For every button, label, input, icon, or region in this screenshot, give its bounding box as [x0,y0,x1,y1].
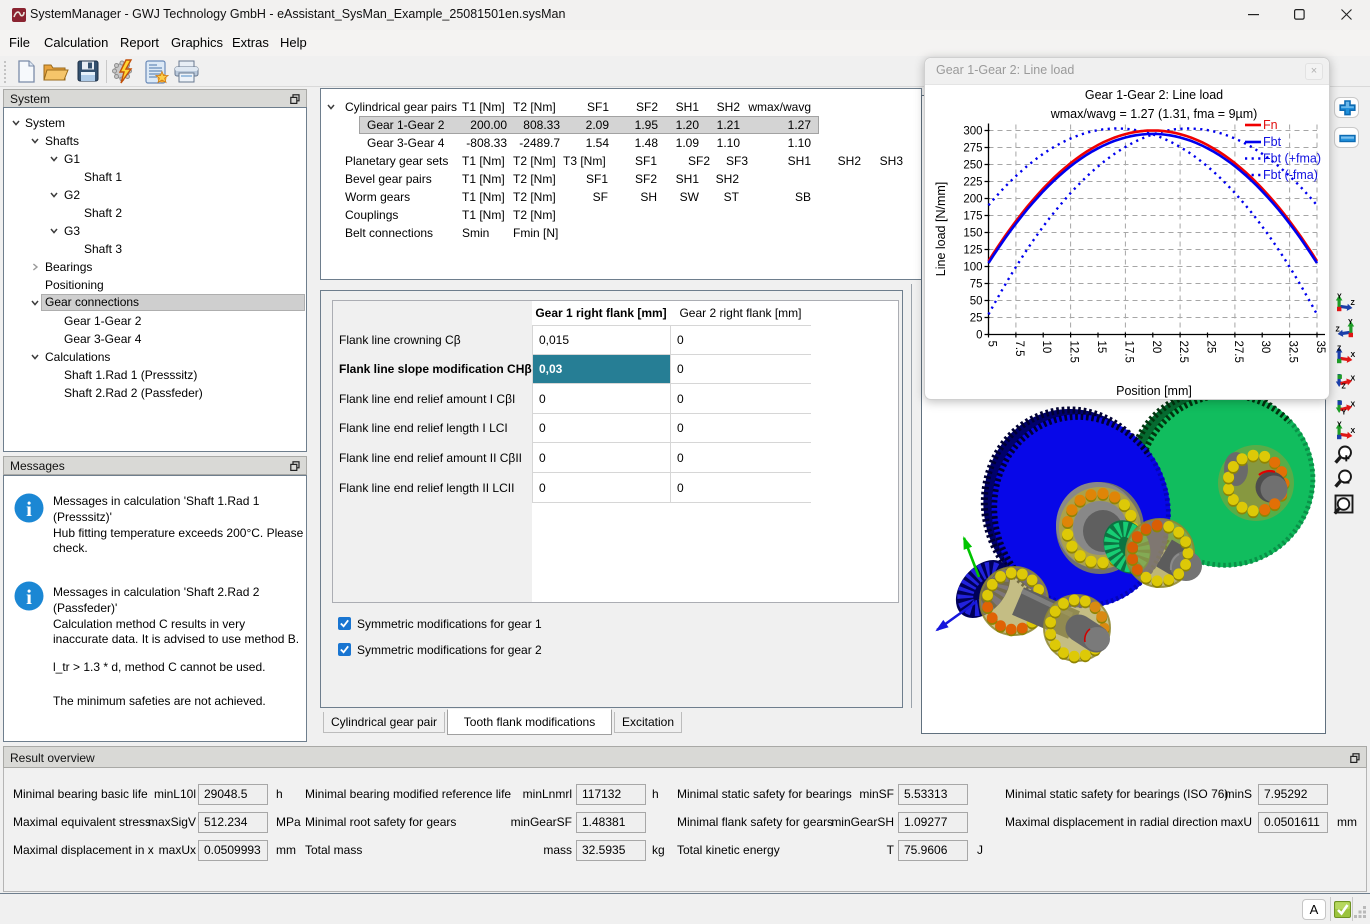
svg-text:Fbt (+fma): Fbt (+fma) [1263,152,1321,166]
svg-text:Fbt (-fma): Fbt (-fma) [1263,168,1318,182]
svg-text:20: 20 [1150,341,1162,354]
svg-text:Z: Z [1337,346,1342,353]
svg-text:125: 125 [963,245,982,257]
svg-text:25: 25 [1205,341,1217,354]
svg-text:100: 100 [963,262,982,274]
svg-text:35: 35 [1314,341,1326,354]
svg-text:X: X [1351,428,1356,435]
svg-text:200: 200 [963,194,982,206]
svg-text:Z: Z [1336,327,1341,334]
svg-text:X: X [1351,402,1356,409]
svg-text:Fn: Fn [1263,118,1278,132]
svg-text:75: 75 [970,279,983,291]
svg-text:Position [mm]: Position [mm] [1116,384,1192,398]
svg-text:10: 10 [1040,341,1052,354]
svg-text:Y: Y [1342,410,1347,416]
svg-text:5: 5 [986,341,998,347]
svg-text:Gear 1-Gear 2: Line load: Gear 1-Gear 2: Line load [1085,88,1223,102]
svg-text:wmax/wavg = 1.27 (1.31, fma =: wmax/wavg = 1.27 (1.31, fma = 9µm) [1050,107,1258,121]
svg-text:0: 0 [976,330,982,342]
svg-text:Z: Z [1342,384,1347,390]
svg-text:12.5: 12.5 [1068,341,1080,363]
svg-text:Y: Y [1337,294,1342,301]
svg-text:Y: Y [1337,422,1342,429]
svg-text:27.5: 27.5 [1232,341,1244,363]
svg-text:Fbt: Fbt [1263,135,1282,149]
svg-text:275: 275 [963,143,982,155]
svg-text:X: X [1351,352,1356,359]
svg-text:22.5: 22.5 [1177,341,1189,363]
svg-text:7.5: 7.5 [1013,341,1025,357]
svg-text:X: X [1351,376,1356,383]
svg-text:Z: Z [1351,300,1356,307]
svg-text:50: 50 [970,296,983,308]
svg-text:225: 225 [963,177,982,189]
svg-text:i: i [26,585,32,609]
svg-text:15: 15 [1095,341,1107,354]
svg-text:175: 175 [963,211,982,223]
svg-text:Y: Y [1348,319,1353,326]
svg-text:300: 300 [963,126,982,138]
svg-text:32.5: 32.5 [1287,341,1299,363]
svg-text:150: 150 [963,228,982,240]
svg-text:17.5: 17.5 [1122,341,1134,363]
svg-text:250: 250 [963,160,982,172]
svg-text:Line load [N/mm]: Line load [N/mm] [934,182,948,276]
svg-text:i: i [26,497,32,521]
svg-text:25: 25 [970,313,983,325]
svg-text:30: 30 [1259,341,1271,354]
